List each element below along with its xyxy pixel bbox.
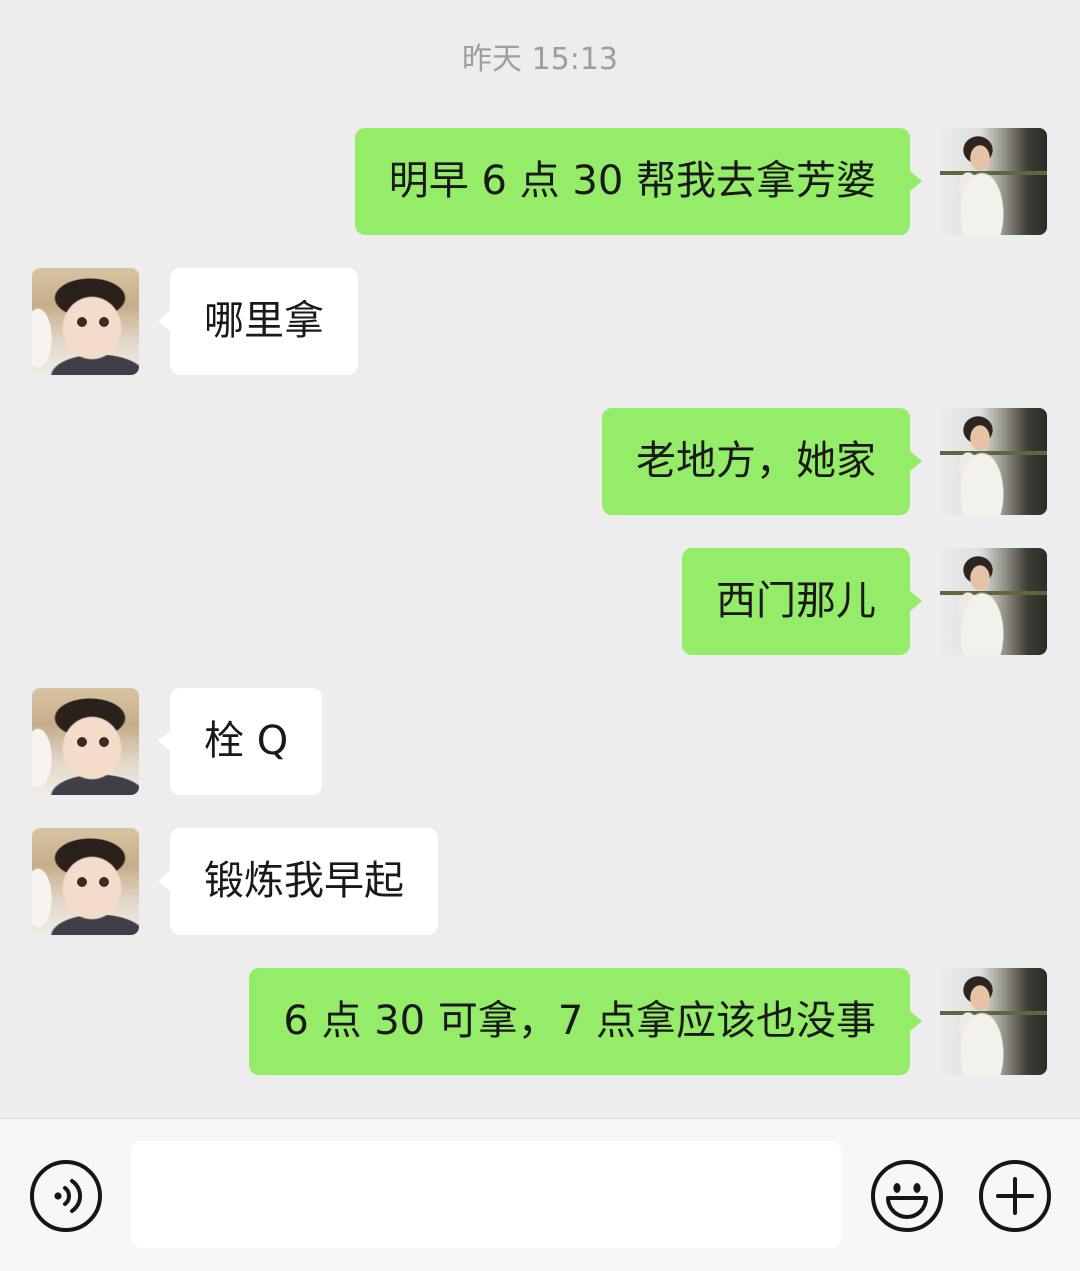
emoji-icon	[871, 1160, 943, 1232]
avatar-self[interactable]	[940, 968, 1047, 1075]
message-timestamp: 昨天 15:13	[462, 42, 618, 77]
avatar-contact[interactable]	[32, 828, 139, 935]
message-row-sent: 明早 6 点 30 帮我去拿芳婆	[0, 128, 1080, 235]
more-button[interactable]	[978, 1159, 1052, 1233]
plus-icon	[979, 1160, 1051, 1232]
voice-icon	[30, 1160, 102, 1232]
message-row-received: 栓 Q	[0, 688, 1080, 795]
avatar-contact[interactable]	[32, 688, 139, 795]
message-bubble-received[interactable]: 锻炼我早起	[158, 828, 438, 935]
message-input[interactable]	[131, 1141, 841, 1248]
message-bubble-sent[interactable]: 明早 6 点 30 帮我去拿芳婆	[354, 128, 923, 235]
chat-screen: 昨天 15:13 明早 6 点 30 帮我去拿芳婆 哪里拿 老地方，她家 西门那…	[0, 0, 1080, 1271]
avatar-self[interactable]	[940, 128, 1047, 235]
voice-button[interactable]	[29, 1159, 103, 1233]
avatar-self[interactable]	[940, 548, 1047, 655]
emoji-button[interactable]	[870, 1159, 944, 1233]
message-row-received: 哪里拿	[0, 268, 1080, 375]
avatar-self[interactable]	[940, 408, 1047, 515]
message-bubble-sent[interactable]: 西门那儿	[682, 548, 922, 655]
message-row-sent: 老地方，她家	[0, 408, 1080, 515]
message-bubble-received[interactable]: 栓 Q	[157, 688, 323, 795]
avatar-contact[interactable]	[32, 268, 139, 375]
message-row-sent: 西门那儿	[0, 548, 1080, 655]
message-bubble-sent[interactable]: 6 点 30 可拿，7 点拿应该也没事	[249, 968, 922, 1075]
message-list: 明早 6 点 30 帮我去拿芳婆 哪里拿 老地方，她家 西门那儿 栓 Q 锻炼我…	[0, 128, 1080, 1108]
message-row-received: 锻炼我早起	[0, 828, 1080, 935]
message-bubble-received[interactable]: 哪里拿	[158, 268, 358, 375]
chat-input-bar	[0, 1118, 1080, 1271]
message-bubble-sent[interactable]: 老地方，她家	[602, 408, 922, 515]
message-row-sent: 6 点 30 可拿，7 点拿应该也没事	[0, 968, 1080, 1075]
